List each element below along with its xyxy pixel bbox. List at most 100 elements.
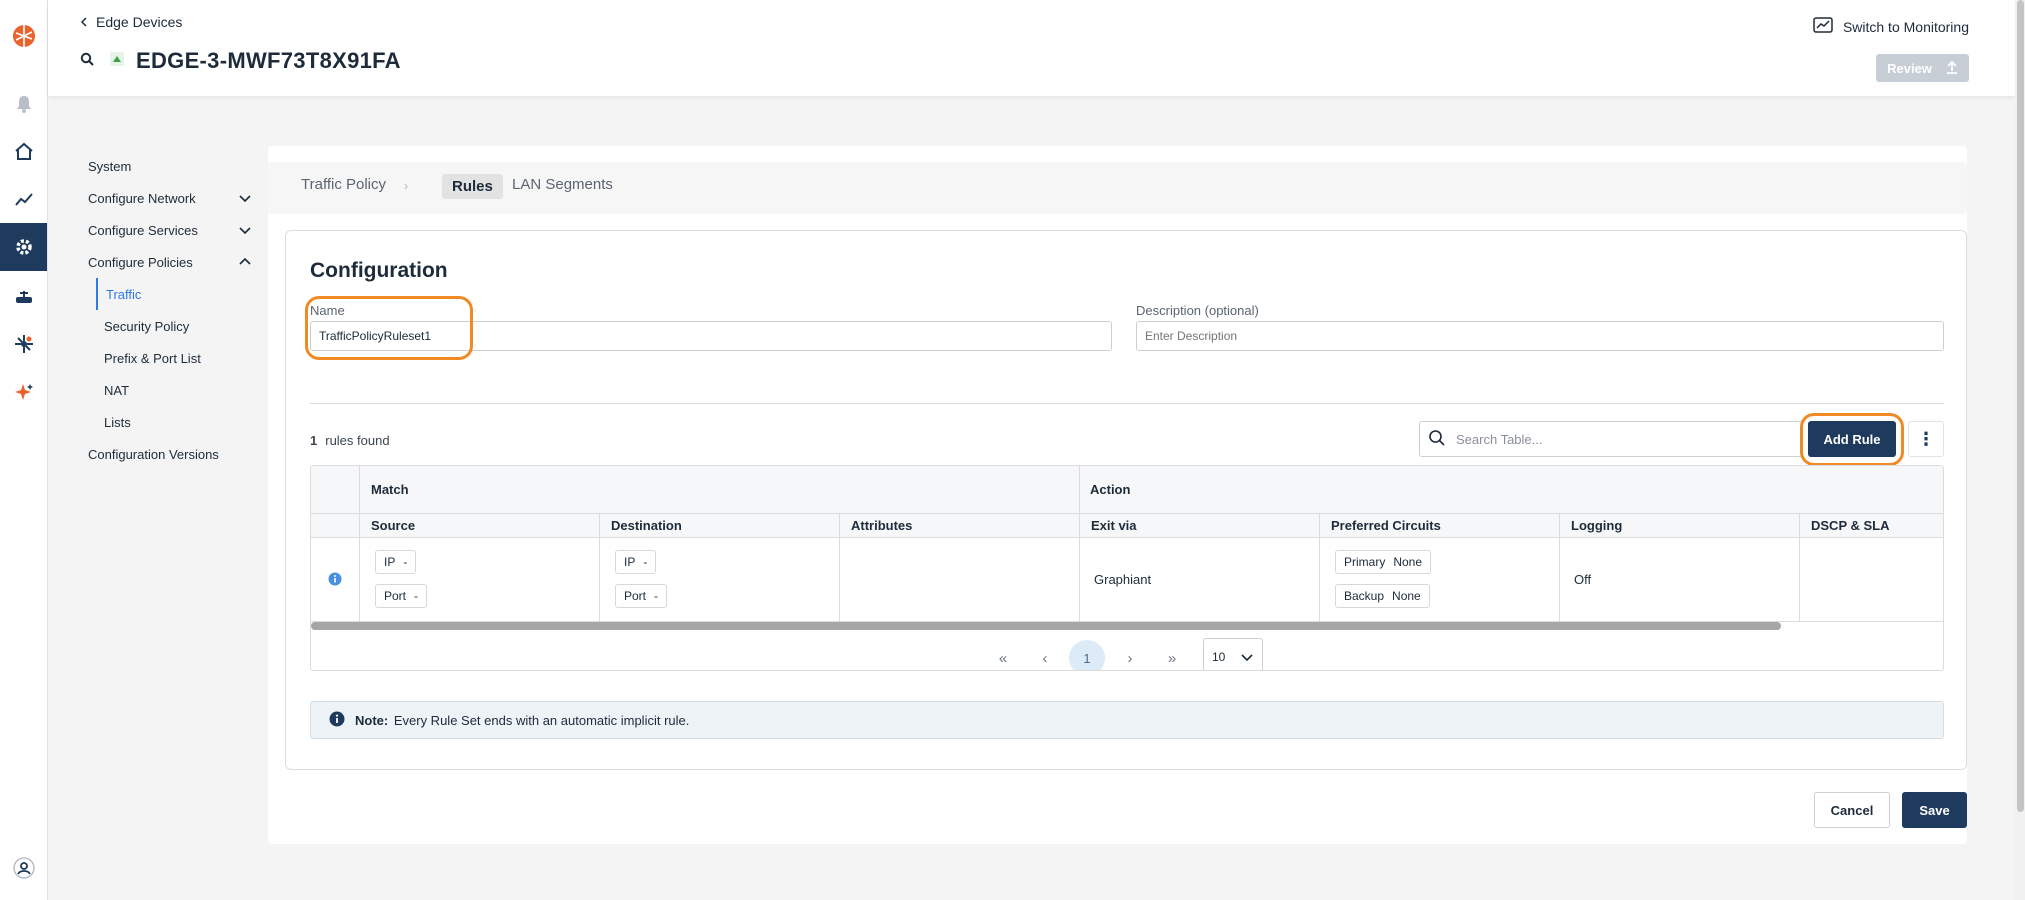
sidebar-item-security-policy[interactable]: Security Policy [88,310,253,342]
table-horizontal-scrollbar[interactable] [311,622,1781,630]
bell-icon[interactable] [0,80,47,128]
description-label: Description (optional) [1136,303,1259,318]
router-icon[interactable] [0,273,47,321]
column-header-attributes[interactable]: Attributes [851,518,912,533]
sidebar-item-lists[interactable]: Lists [88,406,253,438]
exit-via-value: Graphiant [1094,572,1152,587]
chip-label: Backup [1344,589,1385,603]
home-icon[interactable] [0,127,47,175]
tab-rules[interactable]: Rules [442,174,503,199]
last-page-icon[interactable]: » [1158,644,1186,670]
back-link[interactable]: Edge Devices [80,14,182,30]
destination-ip-chip[interactable]: IP - [615,550,657,574]
chevron-left-icon [80,14,88,30]
source-port-chip[interactable]: Port - [375,584,428,608]
table-row[interactable]: IP - Port - IP - Port - Graphiant Primary Non… [311,538,1943,622]
tab-traffic-policy[interactable]: Traffic Policy [301,176,386,193]
group-header-match: Match [371,482,409,497]
top-header: Edge Devices EDGE-3-MWF73T8X91FA Switch … [48,0,2015,96]
chip-label: Port [624,589,647,603]
configuration-card: Configuration Name Description (optional… [285,230,1967,770]
column-header-source[interactable]: Source [371,518,415,533]
sidebar-item-traffic[interactable]: Traffic [96,278,253,310]
group-header-row: Match Action [311,466,1943,514]
rules-table: Match Action Source Destination Attribut… [310,465,1944,671]
sidebar-item-label: Lists [104,414,131,430]
device-title: EDGE-3-MWF73T8X91FA [136,48,401,73]
search-table-field[interactable]: Search Table... [1419,421,1803,457]
user-icon[interactable] [0,844,47,892]
page-size-select[interactable]: 10 [1203,638,1263,670]
column-header-destination[interactable]: Destination [611,518,682,533]
sidebar-item-label: Security Policy [104,318,190,334]
monitor-icon [1813,17,1833,36]
chip-value: - [414,589,419,603]
more-options-icon[interactable]: ⋮ [1908,421,1944,457]
search-icon [1428,429,1446,450]
search-table-placeholder: Search Table... [1456,431,1543,447]
info-icon[interactable] [328,572,342,591]
sidebar-item-label: Configuration Versions [88,446,219,462]
switch-to-monitoring-label: Switch to Monitoring [1842,18,1969,35]
column-header-logging[interactable]: Logging [1571,518,1622,533]
sidebar-item-prefix-port-list[interactable]: Prefix & Port List [88,342,253,374]
gear-icon[interactable] [0,223,47,271]
chevron-down-icon [239,227,251,235]
source-ip-chip[interactable]: IP - [375,550,417,574]
review-label: Review [1887,60,1932,76]
section-divider [310,403,1944,404]
info-icon [329,711,345,730]
note-text: Every Rule Set ends with an automatic im… [393,712,690,728]
search-icon[interactable] [80,52,94,71]
page-scrollbar[interactable] [2015,0,2025,900]
chart-icon[interactable] [0,175,47,223]
chip-value: - [654,589,659,603]
network-icon[interactable] [0,320,47,368]
icon-rail [0,0,48,900]
logging-value: Off [1574,572,1592,587]
brand-logo-icon[interactable] [0,12,47,60]
sidebar-item-label: Configure Policies [88,254,193,270]
rules-found-text: 1 rules found [310,433,390,448]
description-input[interactable] [1136,321,1944,351]
implicit-rule-note: Note: Every Rule Set ends with an automa… [310,701,1944,739]
pagination: « ‹ 1 › » 10 [311,638,1943,670]
cancel-button[interactable]: Cancel [1814,792,1890,828]
sparkle-icon[interactable] [0,368,47,416]
chip-label: IP [624,555,636,569]
primary-circuit-chip[interactable]: Primary None [1335,550,1432,574]
sidebar-item-configure-network[interactable]: Configure Network [88,182,253,214]
previous-page-icon[interactable]: ‹ [1031,644,1059,670]
chip-value: - [403,555,408,569]
chip-value: - [643,555,648,569]
group-header-action: Action [1090,482,1131,497]
backup-circuit-chip[interactable]: Backup None [1335,584,1430,608]
add-rule-highlight-annotation [1800,413,1904,466]
back-link-label: Edge Devices [96,14,183,30]
main-panel: Traffic Policy › Rules LAN Segments Conf… [268,146,1967,844]
destination-port-chip[interactable]: Port - [615,584,668,608]
column-header-preferred-circuits[interactable]: Preferred Circuits [1331,518,1441,533]
current-page-button[interactable]: 1 [1069,640,1105,670]
sidebar-item-nat[interactable]: NAT [88,374,253,406]
sidebar-item-configure-policies[interactable]: Configure Policies [88,246,253,278]
review-button[interactable]: Review [1876,54,1969,82]
column-header-dscp-sla[interactable]: DSCP & SLA [1811,518,1890,533]
switch-to-monitoring-link[interactable]: Switch to Monitoring [1813,17,1969,36]
chip-label: Primary [1344,555,1386,569]
sidebar-item-configuration-versions[interactable]: Configuration Versions [88,438,253,470]
column-header-exit-via[interactable]: Exit via [1091,518,1137,533]
rules-found-label: rules found [325,433,390,448]
first-page-icon[interactable]: « [989,644,1017,670]
upload-icon [1946,60,1958,77]
tab-lan-segments[interactable]: LAN Segments [512,176,613,193]
name-highlight-annotation [305,296,473,360]
save-button[interactable]: Save [1902,792,1967,828]
sidebar-item-system[interactable]: System [88,150,253,182]
page-scrollbar-thumb[interactable] [2017,0,2024,812]
rules-count: 1 [310,433,318,448]
next-page-icon[interactable]: › [1116,644,1144,670]
sidebar-item-label: Prefix & Port List [104,350,201,366]
column-header-row: Source Destination Attributes Exit via P… [311,514,1943,538]
sidebar-item-configure-services[interactable]: Configure Services [88,214,253,246]
